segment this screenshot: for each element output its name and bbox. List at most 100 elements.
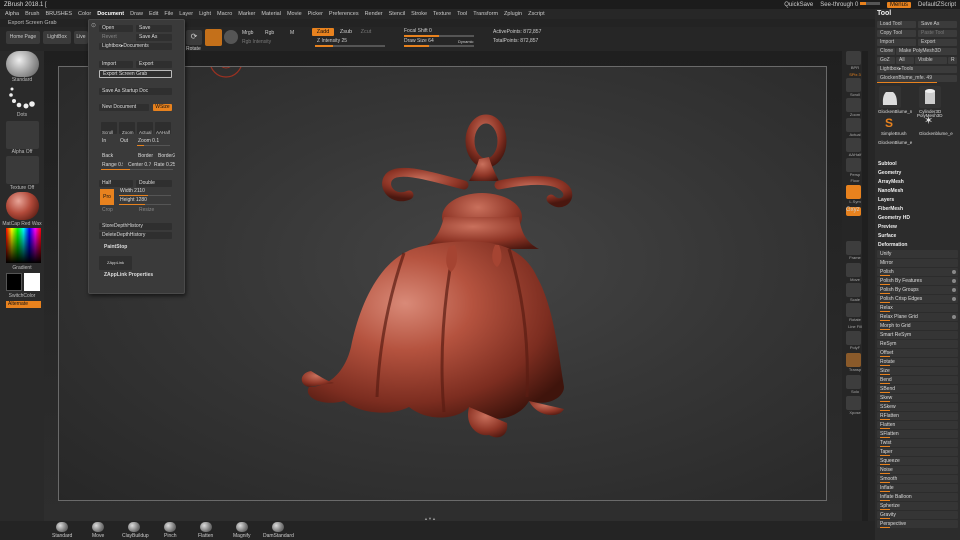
- new-document-button[interactable]: New Document: [99, 104, 149, 111]
- dynamic-toggle[interactable]: Dynamic: [458, 39, 474, 44]
- deform-taper[interactable]: Taper: [877, 448, 958, 456]
- doc-revert-button[interactable]: Revert: [99, 34, 133, 41]
- deform-rflatten[interactable]: RFlatten: [877, 412, 958, 420]
- goz-button[interactable]: GoZ: [877, 57, 895, 64]
- shelf-collapse-arrows[interactable]: ▲▼▲: [415, 516, 445, 521]
- stroke-dots-thumb[interactable]: [6, 85, 39, 111]
- deform-polish-crisp-edges[interactable]: Polish Crisp Edges: [877, 295, 958, 303]
- deform-flatten[interactable]: Flatten: [877, 421, 958, 429]
- menu-zplugin[interactable]: Zplugin: [504, 11, 522, 17]
- brush-move-icon[interactable]: [92, 522, 104, 532]
- matcap-thumb[interactable]: [6, 192, 39, 220]
- doc-center-slider[interactable]: Center 0.7: [125, 162, 151, 169]
- paste-tool-button[interactable]: Paste Tool: [918, 30, 957, 37]
- switchcolor-button[interactable]: SwitchColor: [0, 293, 44, 299]
- save-as-startup-doc-button[interactable]: Save As Startup Doc: [99, 88, 172, 95]
- zadd-button[interactable]: Zadd: [312, 28, 334, 36]
- nanomesh-section[interactable]: NanoMesh: [878, 187, 958, 195]
- deform-size[interactable]: Size: [877, 367, 958, 375]
- deform-smooth[interactable]: Smooth: [877, 475, 958, 483]
- make-polymesh-button[interactable]: Make PolyMesh3D: [896, 48, 957, 55]
- layers-section[interactable]: Layers: [878, 196, 958, 204]
- goz-r-button[interactable]: R: [948, 57, 957, 64]
- right-tray-scrollbar[interactable]: [862, 51, 868, 521]
- doc-save-button[interactable]: Save: [136, 25, 172, 32]
- export-screen-grab-button[interactable]: Export Screen Grab: [99, 70, 172, 78]
- menu-light[interactable]: Light: [199, 11, 211, 17]
- current-tool-slider[interactable]: GlockenBlume_mfe. 49: [877, 75, 957, 82]
- default-zscript-button[interactable]: DefaultZScript: [918, 2, 956, 8]
- zsub-button[interactable]: Zsub: [336, 28, 356, 36]
- menu-material[interactable]: Material: [261, 11, 281, 17]
- live-boolean-button[interactable]: Live Boo: [74, 31, 88, 44]
- doc-save-as-button[interactable]: Save As: [136, 34, 172, 41]
- scale-button[interactable]: [846, 283, 861, 297]
- frame-button[interactable]: [846, 241, 861, 255]
- doc-rate-slider[interactable]: Rate 0.25: [151, 162, 175, 169]
- deform-sskew[interactable]: SSkew: [877, 403, 958, 411]
- menu-tool[interactable]: Tool: [457, 11, 467, 17]
- delete-depth-history-button[interactable]: DeleteDepthHistory: [99, 232, 172, 239]
- menu-brushes[interactable]: BRUSHES: [45, 11, 72, 17]
- actual-button[interactable]: [846, 118, 861, 132]
- menu-macro[interactable]: Macro: [217, 11, 232, 17]
- doc-zoom-slider[interactable]: Zoom 0.1: [135, 138, 172, 145]
- zcut-button[interactable]: Zcut: [358, 28, 374, 36]
- seethrough-slider[interactable]: See-through 0: [820, 2, 880, 8]
- deform-polish-by-features[interactable]: Polish By Features: [877, 277, 958, 285]
- deform-skew[interactable]: Skew: [877, 394, 958, 402]
- focal-shift-slider[interactable]: [404, 35, 474, 37]
- menu-picker[interactable]: Picker: [308, 11, 323, 17]
- menu-alpha[interactable]: Alpha: [5, 11, 19, 17]
- menu-render[interactable]: Render: [365, 11, 383, 17]
- brush-pinch-icon[interactable]: [164, 522, 176, 532]
- brush-damstandard-icon[interactable]: [272, 522, 284, 532]
- local-symmetry-button[interactable]: [846, 185, 861, 199]
- deform-offset[interactable]: Offset: [877, 349, 958, 357]
- deform-mirror[interactable]: Mirror: [877, 259, 958, 267]
- menu-brush[interactable]: Brush: [25, 11, 39, 17]
- rgb-intensity-slider[interactable]: Rgb Intensity: [242, 39, 271, 45]
- main-color-swatch[interactable]: [6, 273, 22, 291]
- deform-polish-by-groups[interactable]: Polish By Groups: [877, 286, 958, 294]
- doc-resize-button[interactable]: Resize: [136, 207, 172, 214]
- scroll-button[interactable]: [846, 78, 861, 92]
- deform-morph-to-grid[interactable]: Morph to Grid: [877, 322, 958, 330]
- subtool-section[interactable]: Subtool: [878, 160, 958, 168]
- menu-edit[interactable]: Edit: [149, 11, 158, 17]
- zapplink-button[interactable]: ZAppLink: [99, 256, 132, 270]
- alpha-thumb[interactable]: [6, 121, 39, 149]
- menu-movie[interactable]: Movie: [287, 11, 302, 17]
- doc-zoom-in-button[interactable]: In: [99, 138, 113, 145]
- persp-button[interactable]: [846, 158, 861, 172]
- doc-border-button[interactable]: Border: [135, 153, 155, 160]
- menu-document[interactable]: Document: [97, 11, 124, 17]
- menu-stencil[interactable]: Stencil: [389, 11, 406, 17]
- home-page-button[interactable]: Home Page: [6, 31, 40, 44]
- m-button[interactable]: M: [290, 30, 294, 36]
- move-button[interactable]: [846, 263, 861, 277]
- load-tool-button[interactable]: Load Tool: [877, 21, 916, 28]
- deform-inflate-balloon[interactable]: Inflate Balloon: [877, 493, 958, 501]
- transp-button[interactable]: [846, 353, 861, 367]
- rotate-view-button[interactable]: [846, 303, 861, 317]
- menu-preferences[interactable]: Preferences: [329, 11, 359, 17]
- brush-flatten-icon[interactable]: [200, 522, 212, 532]
- brush-claybuildup-icon[interactable]: [128, 522, 140, 532]
- lightbox-button[interactable]: LightBox: [43, 31, 71, 44]
- fibermesh-section[interactable]: FiberMesh: [878, 205, 958, 213]
- doc-double-button[interactable]: Double: [136, 180, 172, 187]
- brush-standard-icon[interactable]: [56, 522, 68, 532]
- brush-magnify-icon[interactable]: [236, 522, 248, 532]
- zapplink-properties-label[interactable]: ZAppLink Properties: [101, 272, 171, 279]
- doc-zoom-out-button[interactable]: Out: [117, 138, 133, 145]
- goz-visible-button[interactable]: Visible: [915, 57, 947, 64]
- xpose-button[interactable]: [846, 396, 861, 410]
- doc-range-slider[interactable]: Range 0.5: [99, 162, 123, 169]
- deform-inflate[interactable]: Inflate: [877, 484, 958, 492]
- color-picker[interactable]: [6, 228, 41, 263]
- tool-thumb-cylinder[interactable]: [919, 86, 941, 108]
- deform-bend[interactable]: Bend: [877, 376, 958, 384]
- polyf-button[interactable]: [846, 331, 861, 345]
- secondary-color-swatch[interactable]: [24, 273, 40, 291]
